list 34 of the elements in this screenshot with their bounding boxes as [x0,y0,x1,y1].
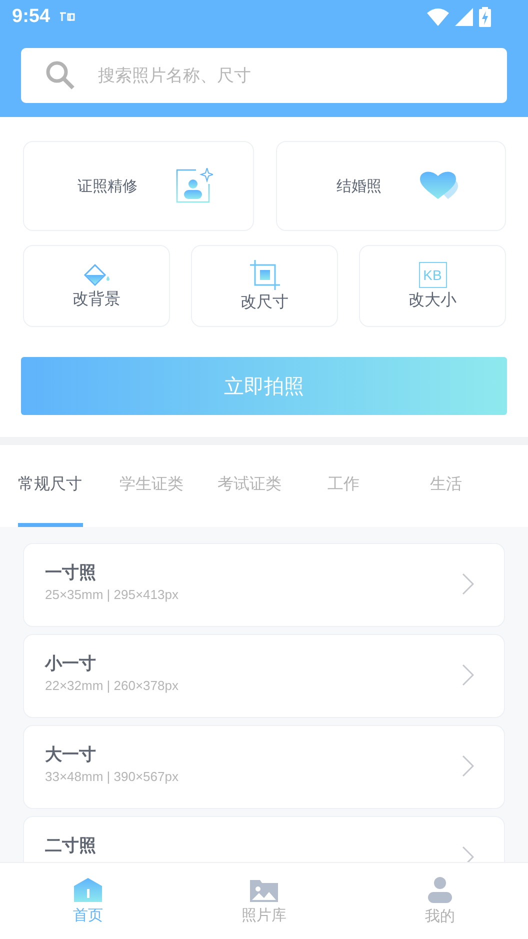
search-field[interactable]: 搜索照片名称、尺寸 [21,48,507,103]
chevron-icon [462,846,474,862]
chevron-icon [462,754,474,776]
size-title: 小一寸 [45,653,97,675]
feature-card[interactable]: 改尺寸 [191,245,338,327]
size-spec: 25×35mm | 295×413px [45,587,178,602]
feature-card[interactable]: KB 改大小 [359,245,506,327]
size-card[interactable]: 小一寸 22×32mm | 260×378px [23,634,505,718]
size-card[interactable]: 大一寸 33×48mm | 390×567px [23,725,505,809]
size-card[interactable]: 一寸照 25×35mm | 295×413px [23,543,505,627]
person-icon [428,876,452,902]
heart-icon [419,170,460,202]
signal-icon [455,8,473,26]
feature-card[interactable]: 结婚照 [276,141,506,231]
feature-card[interactable]: 改背景 [23,245,170,327]
paint-bucket-icon [82,262,112,286]
size-spec: 22×32mm | 260×378px [45,678,178,693]
size-card[interactable]: 二寸照 [23,816,505,862]
crop-icon [250,260,280,290]
size-spec: 33×48mm | 390×567px [45,769,178,784]
size-title: 二寸照 [45,835,96,857]
chevron-icon [462,572,474,594]
portrait-icon [175,168,214,204]
wifi-icon [427,8,449,26]
kb-icon: KB [418,262,446,288]
image-icon [250,878,278,902]
size-title: 一寸照 [45,562,97,584]
size-title: 大一寸 [45,744,97,766]
home-icon [74,878,102,902]
feature-card[interactable]: 证照精修 [23,141,254,231]
chevron-icon [462,664,474,686]
battery-icon [479,7,491,27]
status-time: 9:54 [12,6,50,28]
search-icon [45,60,75,90]
